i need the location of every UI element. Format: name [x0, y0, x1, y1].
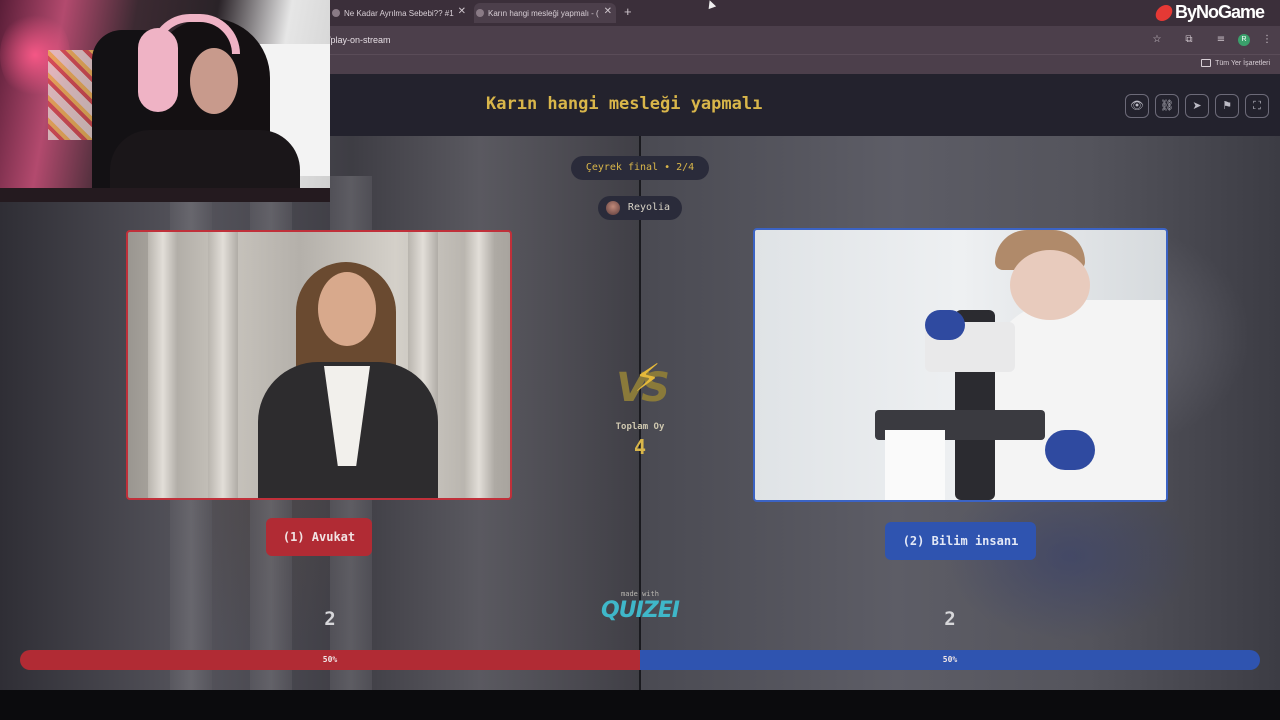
browser-tab[interactable]: Ne Kadar Ayrılma Sebebi?? #1 ✕: [330, 3, 470, 23]
quiz-title: Karın hangi mesleği yapmalı: [486, 94, 763, 114]
right-vote-count: 2: [944, 608, 956, 630]
brand-name: ByNoGame: [1175, 2, 1265, 22]
bookmark-star-icon[interactable]: ☆: [1151, 34, 1163, 46]
round-badge: Çeyrek final • 2/4: [571, 156, 709, 180]
user-avatar: [606, 201, 620, 215]
extensions-icon[interactable]: ⧉: [1183, 34, 1195, 46]
all-bookmarks-button[interactable]: Tüm Yer İşaretleri: [1201, 59, 1270, 67]
tab-favicon-icon: [332, 9, 340, 17]
stream-bottom-strip: [0, 690, 1280, 720]
total-votes-label: Toplam Oy: [615, 422, 665, 432]
brand-mark-icon: [1153, 4, 1175, 21]
left-vote-count: 2: [324, 608, 336, 630]
quizei-logo: QUIZEI: [601, 598, 680, 623]
option-card-left[interactable]: [126, 230, 512, 500]
fullscreen-icon[interactable]: ⛶: [1245, 94, 1269, 118]
eye-icon[interactable]: 👁: [1125, 94, 1149, 118]
all-bookmarks-label: Tüm Yer İşaretleri: [1215, 59, 1270, 67]
close-tab-icon[interactable]: ✕: [604, 6, 612, 17]
vote-avukat-button[interactable]: (1) Avukat: [266, 518, 372, 556]
right-percent: 50%: [942, 655, 958, 664]
close-tab-icon[interactable]: ✕: [458, 6, 466, 17]
user-badge: Reyolia: [598, 196, 682, 220]
brand-logo: ByNoGame: [1153, 2, 1265, 23]
option-card-right[interactable]: [753, 228, 1168, 502]
total-votes-value: 4: [633, 435, 647, 459]
flag-icon[interactable]: ⚑: [1215, 94, 1239, 118]
url-field[interactable]: /play-on-stream: [328, 35, 391, 45]
mouse-cursor-icon: [705, 0, 717, 10]
new-tab-button[interactable]: +: [624, 4, 632, 19]
tab-title: Ne Kadar Ayrılma Sebebi?? #1: [344, 8, 454, 18]
versus-stage: Çeyrek final • 2/4 Reyolia VS ⚡ Toplam O…: [0, 136, 1280, 690]
send-icon[interactable]: ➤: [1185, 94, 1209, 118]
vote-progress-bar: 50% 50%: [20, 650, 1260, 670]
profile-avatar[interactable]: R: [1238, 34, 1250, 46]
left-percent: 50%: [322, 655, 338, 664]
media-control-icon[interactable]: ≡: [1215, 34, 1227, 46]
made-with-label: made with: [621, 590, 659, 598]
browser-menu-icon[interactable]: ⋮: [1261, 34, 1273, 46]
folder-icon: [1201, 59, 1212, 67]
streamer-webcam: [0, 0, 330, 202]
user-name: Reyolia: [627, 202, 671, 213]
vote-bilim-insani-button[interactable]: (2) Bilim insanı: [885, 522, 1036, 560]
lightning-icon: ⚡: [634, 356, 661, 400]
tab-title: Karın hangi mesleği yapmalı - (: [488, 8, 599, 18]
tab-favicon-icon: [476, 9, 484, 17]
browser-tab-active[interactable]: Karın hangi mesleği yapmalı - ( ✕: [474, 3, 616, 23]
link-icon[interactable]: ⛓: [1155, 94, 1179, 118]
